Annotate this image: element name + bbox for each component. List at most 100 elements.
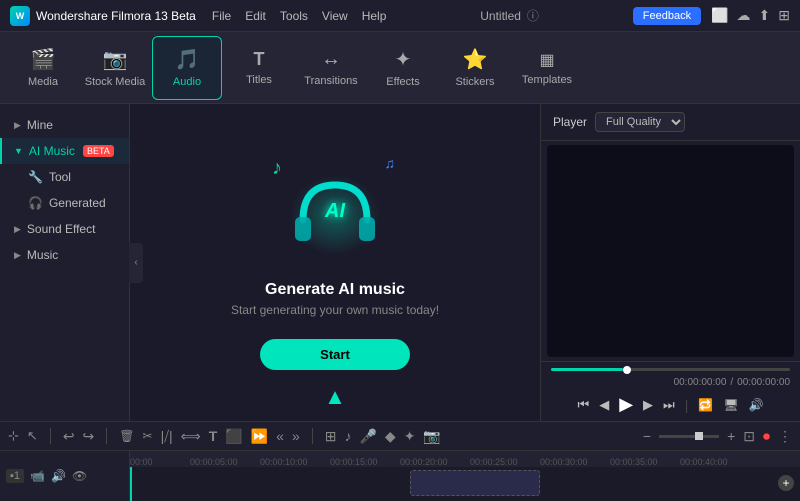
start-btn-container: Start ▲ xyxy=(260,335,410,370)
titlebar-right: Feedback ⬜ ☁ ⬆ ⊞ xyxy=(633,7,790,25)
frame-forward-icon[interactable]: ▶ xyxy=(643,397,653,413)
ai-music-subtitle: Start generating your own music today! xyxy=(231,303,439,317)
time-sep: / xyxy=(730,377,733,388)
sidebar-item-mine[interactable]: ▶ Mine xyxy=(0,112,129,138)
delete-icon[interactable]: 🗑 xyxy=(119,429,134,443)
tool-titles[interactable]: T Titles xyxy=(224,36,294,100)
cloud-icon[interactable]: ☁ xyxy=(737,7,751,24)
tool-stock-media[interactable]: 📷 Stock Media xyxy=(80,36,150,100)
ruler-4: 00:00:20:00 xyxy=(400,457,448,467)
snapshot-icon[interactable]: 📷 xyxy=(423,428,440,445)
redo-icon[interactable]: ↪ xyxy=(83,428,95,445)
zoom-out-icon[interactable]: − xyxy=(643,428,651,444)
sidebar-item-tool[interactable]: 🔧 Tool xyxy=(0,164,129,190)
player-controls: 00:00:00:00 / 00:00:00:00 ⏮ ◀ ▶ ▶ ⏭ | 🔁 … xyxy=(541,361,800,421)
track-audio-icon[interactable]: 🔊 xyxy=(51,469,66,483)
titles-label: Titles xyxy=(246,74,272,86)
sidebar-item-ai-music[interactable]: ▼ AI Music BETA xyxy=(0,138,129,164)
menu-tools[interactable]: Tools xyxy=(280,9,308,23)
audio-sidebar: ▶ Mine ▼ AI Music BETA 🔧 Tool 🎧 Generate… xyxy=(0,104,130,421)
ai-effects-icon[interactable]: ✦ xyxy=(404,428,416,445)
text-icon[interactable]: T xyxy=(209,428,218,444)
play-button[interactable]: ▶ xyxy=(619,394,633,415)
sound-label: Sound Effect xyxy=(27,222,96,236)
tool-label: Tool xyxy=(49,170,71,184)
share-icon[interactable]: ⬆ xyxy=(759,7,771,24)
undo-icon[interactable]: ↩ xyxy=(63,428,75,445)
grid-icon[interactable]: ⊞ xyxy=(778,7,790,24)
sidebar-item-sound-effect[interactable]: ▶ Sound Effect xyxy=(0,216,129,242)
tool-audio[interactable]: 🎵 Audio xyxy=(152,36,222,100)
ruler-2: 00:00:10:00 xyxy=(260,457,308,467)
mine-arrow: ▶ xyxy=(14,120,21,131)
sidebar-item-music[interactable]: ▶ Music xyxy=(0,242,129,268)
keyframe-icon[interactable]: ◆ xyxy=(385,428,396,445)
ai-music-hero: AI ♪ ♫ Generate AI music Start generatin… xyxy=(231,155,439,370)
ruler-7: 00:00:35:00 xyxy=(610,457,658,467)
ruler-5: 00:00:25:00 xyxy=(470,457,518,467)
progress-bar[interactable] xyxy=(551,368,790,371)
music-arrow: ▶ xyxy=(14,250,21,261)
ruler-0: 00:00 xyxy=(130,457,153,467)
cut-icon[interactable]: ✂ xyxy=(143,429,153,443)
audio-detach-icon[interactable]: ♪ xyxy=(344,428,351,444)
transitions-label: Transitions xyxy=(304,75,357,87)
skip-back-icon[interactable]: ⏮ xyxy=(577,397,589,413)
volume-icon[interactable]: 🔊 xyxy=(749,398,764,412)
voiceover-icon[interactable]: 🎤 xyxy=(359,428,376,445)
monitor-icon-ctrl[interactable]: 🖥 xyxy=(723,398,738,412)
pointer-icon[interactable]: ↖ xyxy=(27,428,38,444)
loop-icon[interactable]: 🔁 xyxy=(698,398,713,412)
ai-music-label: AI Music xyxy=(29,144,75,158)
skip-forward-icon[interactable]: ⏭ xyxy=(663,397,675,413)
titlebar: W Wondershare Filmora 13 Beta File Edit … xyxy=(0,0,800,32)
effects-label: Effects xyxy=(386,76,419,88)
time-total: 00:00:00:00 xyxy=(737,377,790,388)
track-number: ▪1 xyxy=(6,469,24,483)
sidebar-collapse-button[interactable]: ‹ xyxy=(129,243,143,283)
speed-icon[interactable]: ⏩ xyxy=(251,428,268,445)
playhead xyxy=(130,467,132,501)
quality-select[interactable]: Full Quality 1/2 Quality 1/4 Quality xyxy=(595,112,685,132)
tool-media[interactable]: 🎬 Media xyxy=(8,36,78,100)
menu-help[interactable]: Help xyxy=(362,9,387,23)
player-canvas xyxy=(547,145,794,357)
sidebar-item-generated[interactable]: 🎧 Generated xyxy=(0,190,129,216)
tool-transitions[interactable]: ↔ Transitions xyxy=(296,36,366,100)
split-icon[interactable]: |⧸| xyxy=(161,428,173,445)
audio-icon: 🎵 xyxy=(175,47,200,72)
ai-music-content: AI ♪ ♫ Generate AI music Start generatin… xyxy=(130,104,540,421)
separator-3 xyxy=(312,428,313,444)
track-eye-icon[interactable]: 👁 xyxy=(72,469,87,483)
feedback-button[interactable]: Feedback xyxy=(633,7,701,25)
color-icon[interactable]: ⬛ xyxy=(225,428,242,445)
stickers-icon: ⭐ xyxy=(463,47,488,72)
record-icon[interactable]: ⏺ xyxy=(763,428,770,445)
start-button[interactable]: Start xyxy=(260,339,410,370)
add-track-button[interactable]: + xyxy=(778,475,794,491)
monitor-icon[interactable]: ⬜ xyxy=(711,7,728,24)
select-tool-icon[interactable]: ⊹ xyxy=(8,428,19,444)
app-name: Wondershare Filmora 13 Beta xyxy=(36,9,196,23)
separator-1 xyxy=(50,428,51,444)
generated-icon: 🎧 xyxy=(28,196,43,210)
crop-icon[interactable]: ⊞ xyxy=(325,428,337,445)
arrow-nav-left[interactable]: « xyxy=(276,428,284,444)
menu-edit[interactable]: Edit xyxy=(245,9,266,23)
fit-timeline-icon[interactable]: ⊡ xyxy=(743,428,755,445)
menu-view[interactable]: View xyxy=(322,9,348,23)
timeline-ruler: 00:00 00:00:05:00 00:00:10:00 00:00:15:0… xyxy=(130,451,800,467)
video-clip-placeholder[interactable] xyxy=(410,470,540,496)
zoom-in-icon[interactable]: + xyxy=(727,428,735,444)
stretch-icon[interactable]: ⟺ xyxy=(181,428,201,445)
frame-back-icon[interactable]: ◀ xyxy=(599,397,609,413)
tool-stickers[interactable]: ⭐ Stickers xyxy=(440,36,510,100)
tool-effects[interactable]: ✦ Effects xyxy=(368,36,438,100)
more-options-icon[interactable]: ⋮ xyxy=(778,428,792,445)
titles-icon: T xyxy=(254,49,265,70)
arrow-indicator: ▲ xyxy=(324,386,346,408)
menu-file[interactable]: File xyxy=(212,9,231,23)
tool-templates[interactable]: ▦ Templates xyxy=(512,36,582,100)
arrow-nav-right[interactable]: » xyxy=(292,428,300,444)
zoom-slider[interactable] xyxy=(659,435,719,438)
